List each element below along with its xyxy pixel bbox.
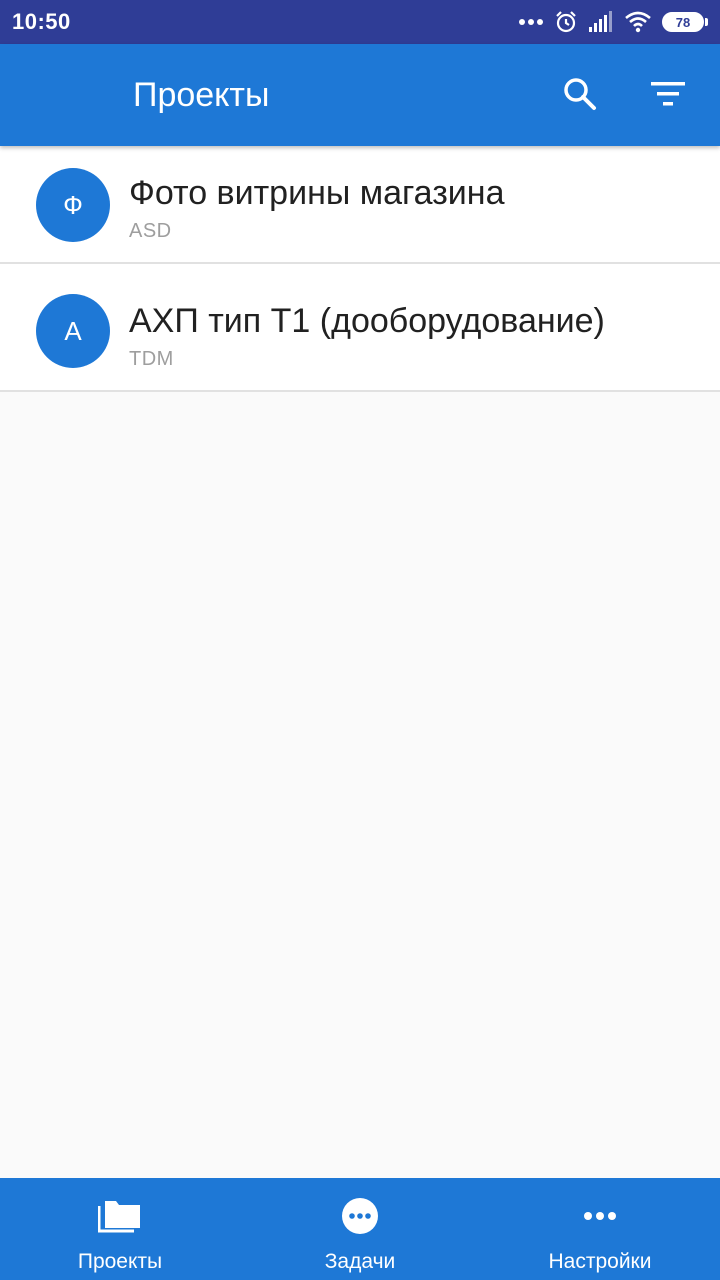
status-bar: 10:50 78	[0, 0, 720, 44]
project-name: АХП тип Т1 (дооборудование)	[129, 302, 605, 340]
tasks-dots-circle-icon	[341, 1196, 379, 1236]
filter-icon	[650, 80, 686, 113]
nav-label: Проекты	[77, 1250, 163, 1273]
nav-label: Задачи	[324, 1250, 396, 1273]
folder-icon	[98, 1196, 142, 1236]
alarm-icon	[554, 10, 578, 34]
app-bar: Проекты	[0, 44, 720, 146]
wifi-icon	[624, 11, 652, 33]
search-icon	[562, 76, 598, 117]
avatar: А	[36, 294, 110, 368]
bottom-nav: Проекты Задачи Настройки	[0, 1178, 720, 1280]
filter-button[interactable]	[644, 72, 692, 120]
list-item[interactable]: А АХП тип Т1 (дооборудование) TDM	[0, 264, 720, 392]
status-icons: 78	[518, 10, 708, 34]
project-list: Ф Фото витрины магазина ASD А АХП тип Т1…	[0, 146, 720, 392]
battery-icon: 78	[662, 12, 708, 32]
more-dots-icon	[583, 1196, 617, 1236]
avatar: Ф	[36, 168, 110, 242]
status-time: 10:50	[12, 9, 71, 34]
project-code: TDM	[129, 348, 174, 370]
signal-icon	[588, 11, 614, 33]
more-dots-icon	[518, 18, 544, 26]
nav-item-projects[interactable]: Проекты	[0, 1178, 240, 1280]
nav-label: Настройки	[548, 1250, 652, 1273]
nav-item-settings[interactable]: Настройки	[480, 1178, 720, 1280]
battery-level: 78	[675, 14, 691, 30]
project-code: ASD	[129, 220, 172, 242]
search-button[interactable]	[556, 72, 604, 120]
project-name: Фото витрины магазина	[129, 174, 505, 212]
list-item[interactable]: Ф Фото витрины магазина ASD	[0, 146, 720, 264]
screen: 10:50 78 Проекты Ф Фото витрины магазина…	[0, 0, 720, 1280]
page-title: Проекты	[133, 76, 270, 114]
nav-item-tasks[interactable]: Задачи	[240, 1178, 480, 1280]
